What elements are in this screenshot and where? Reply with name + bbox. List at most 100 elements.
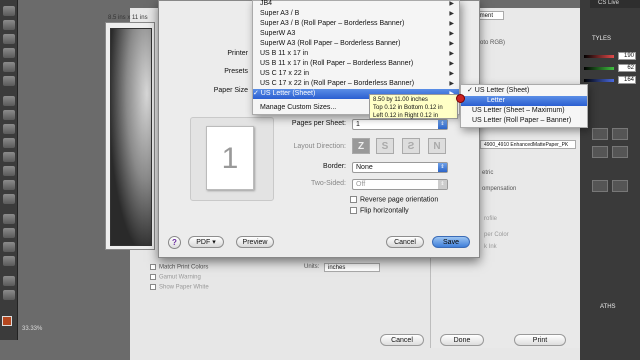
chevron-updown-icon: ⇕: [438, 180, 447, 189]
adjustment-icon[interactable]: [612, 146, 628, 158]
help-button[interactable]: ?: [168, 236, 181, 249]
pen-tool-icon[interactable]: [3, 214, 15, 224]
path-select-icon[interactable]: [3, 242, 15, 252]
blue-value[interactable]: 164: [618, 76, 636, 84]
red-value[interactable]: 190: [618, 52, 636, 60]
brush-tool-icon[interactable]: [3, 110, 15, 120]
preview-button[interactable]: Preview: [236, 236, 274, 248]
menu-item-label: JB4: [260, 0, 273, 7]
gradient-tool-icon[interactable]: [3, 166, 15, 176]
border-select[interactable]: None ⇕: [352, 162, 448, 173]
quick-select-tool-icon[interactable]: [3, 48, 15, 58]
gamut-warning-label: Gamut Warning: [159, 274, 201, 281]
two-sided-select: Off ⇕: [352, 179, 448, 190]
flip-horizontally-checkbox[interactable]: [350, 207, 357, 214]
layout-z-icon[interactable]: Z: [352, 138, 370, 154]
print-cancel-button[interactable]: Cancel: [380, 334, 424, 346]
adjustment-icon[interactable]: [592, 146, 608, 158]
pages-per-sheet-value: 1: [356, 121, 360, 128]
shape-tool-icon[interactable]: [3, 256, 15, 266]
menu-item-jb4[interactable]: JB4 ▶: [253, 0, 459, 9]
pages-per-sheet-select[interactable]: 1 ⇕: [352, 119, 448, 130]
black-point-compensation[interactable]: ompensation: [482, 186, 516, 192]
clone-stamp-icon[interactable]: [3, 124, 15, 134]
reverse-orientation-option[interactable]: Reverse page orientation: [350, 196, 438, 203]
rendering-intent[interactable]: etric: [482, 170, 493, 176]
submenu-item-letter[interactable]: Letter: [461, 96, 587, 106]
units-select[interactable]: inches: [324, 263, 380, 272]
paths-tab[interactable]: ATHS: [600, 304, 616, 310]
submenu-item-us-letter-roll[interactable]: US Letter (Roll Paper – Banner): [461, 116, 587, 126]
done-button[interactable]: Done: [440, 334, 484, 346]
paper-size-tooltip: 8.50 by 11.00 inches Top 0.12 in Bottom …: [369, 94, 458, 119]
pages-per-sheet-label: Pages per Sheet:: [291, 120, 346, 127]
blue-slider-track[interactable]: [584, 79, 614, 82]
marquee-tool-icon[interactable]: [3, 20, 15, 30]
cs-live-label[interactable]: CS Live: [590, 0, 640, 8]
adjustment-icon[interactable]: [592, 180, 608, 192]
submenu-arrow-icon: ▶: [449, 41, 454, 47]
menu-item-super-a3[interactable]: Super A3 / B ▶: [253, 9, 459, 19]
adjustment-icon[interactable]: [612, 128, 628, 140]
match-print-colors-checkbox[interactable]: [150, 264, 156, 270]
menu-item-us-c[interactable]: US C 17 x 22 in ▶: [253, 69, 459, 79]
cancel-button[interactable]: Cancel: [386, 236, 424, 248]
layout-n-icon[interactable]: N: [428, 138, 446, 154]
menu-item-us-b-roll[interactable]: US B 11 x 17 in (Roll Paper – Borderless…: [253, 59, 459, 69]
layout-reverse-s-icon[interactable]: Ƨ: [402, 138, 420, 154]
printer-label: Printer: [227, 50, 248, 57]
zoom-tool-icon[interactable]: [3, 290, 15, 300]
green-value[interactable]: 62: [618, 64, 636, 72]
gamut-warning-checkbox: [150, 274, 156, 280]
presets-label: Presets: [224, 68, 248, 75]
lasso-tool-icon[interactable]: [3, 34, 15, 44]
match-print-colors[interactable]: Match Print Colors: [150, 264, 208, 271]
red-slider-track[interactable]: [584, 55, 614, 58]
preview-size-label: 8.5 ins x 11 ins: [108, 15, 148, 21]
move-tool-icon[interactable]: [3, 6, 15, 16]
menu-item-label: US C 17 x 22 in (Roll Paper – Borderless…: [260, 80, 415, 87]
blur-tool-icon[interactable]: [3, 180, 15, 190]
flip-horizontally-label: Flip horizontally: [360, 207, 409, 215]
history-brush-icon[interactable]: [3, 138, 15, 148]
green-slider-track[interactable]: [584, 67, 614, 70]
show-paper-white-label: Show Paper White: [159, 284, 209, 291]
submenu-arrow-icon: ▶: [449, 71, 454, 77]
simulate-paper-color: per Color: [484, 232, 509, 238]
reverse-orientation-checkbox[interactable]: [350, 196, 357, 203]
green-slider-row[interactable]: 62: [584, 64, 636, 72]
submenu-arrow-icon: ▶: [449, 61, 454, 67]
adjustment-icon[interactable]: [592, 128, 608, 140]
hand-tool-icon[interactable]: [3, 276, 15, 286]
submenu-item-us-letter-maximum[interactable]: US Letter (Sheet – Maximum): [461, 106, 587, 116]
blue-slider-row[interactable]: 164: [584, 76, 636, 84]
eyedropper-tool-icon[interactable]: [3, 76, 15, 86]
pdf-menu-button[interactable]: PDF ▾: [188, 236, 224, 248]
save-button[interactable]: Save: [432, 236, 470, 248]
menu-item-label: US C 17 x 22 in: [260, 70, 310, 77]
print-button[interactable]: Print: [514, 334, 566, 346]
eraser-tool-icon[interactable]: [3, 152, 15, 162]
menu-item-superw-a3-roll[interactable]: SuperW A3 (Roll Paper – Borderless Banne…: [253, 39, 459, 49]
submenu-item-us-letter-sheet[interactable]: ✓ US Letter (Sheet): [461, 86, 587, 96]
menu-item-us-c-roll[interactable]: US C 17 x 22 in (Roll Paper – Borderless…: [253, 79, 459, 89]
menu-item-super-a3-roll[interactable]: Super A3 / B (Roll Paper – Borderless Ba…: [253, 19, 459, 29]
healing-brush-icon[interactable]: [3, 96, 15, 106]
tooltip-line: 8.50 by 11.00 inches: [373, 97, 428, 103]
dodge-tool-icon[interactable]: [3, 194, 15, 204]
crop-tool-icon[interactable]: [3, 62, 15, 72]
submenu-arrow-icon: ▶: [449, 81, 454, 87]
menu-item-superw-a3[interactable]: SuperW A3 ▶: [253, 29, 459, 39]
styles-tab[interactable]: TYLES: [592, 36, 611, 42]
menu-item-label: Super A3 / B: [260, 10, 300, 17]
flip-horizontally-option[interactable]: Flip horizontally: [350, 207, 409, 214]
layout-s-icon[interactable]: S: [376, 138, 394, 154]
menu-item-us-b[interactable]: US B 11 x 17 in ▶: [253, 49, 459, 59]
submenu-arrow-icon: ▶: [449, 11, 454, 17]
chevron-updown-icon: ⇕: [438, 120, 447, 129]
type-tool-icon[interactable]: [3, 228, 15, 238]
red-slider-row[interactable]: 190: [584, 52, 636, 60]
printer-profile-select[interactable]: 4900_4910 EnhancedMattePaper_PK: [480, 140, 576, 149]
foreground-color-swatch[interactable]: [2, 316, 12, 326]
adjustment-icon[interactable]: [612, 180, 628, 192]
